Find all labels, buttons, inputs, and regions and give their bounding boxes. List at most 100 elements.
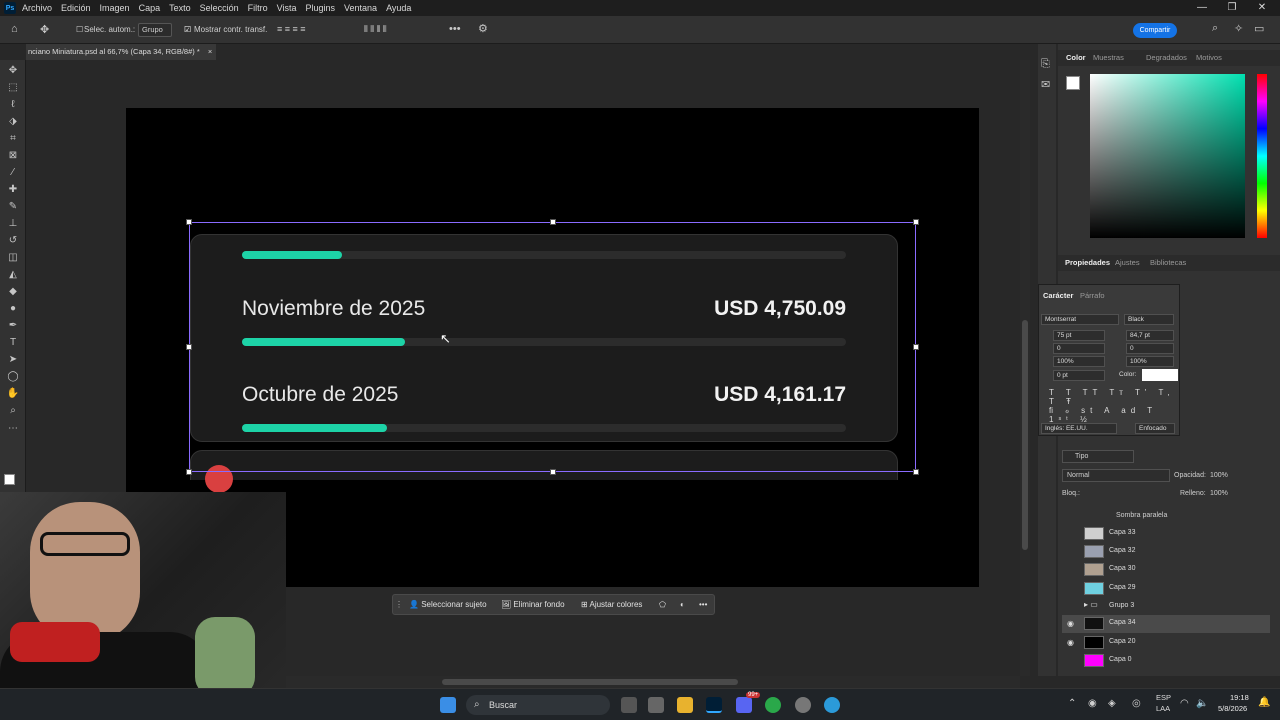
task-view-icon[interactable] xyxy=(621,697,637,713)
clock-time[interactable]: 19:18 xyxy=(1230,693,1249,702)
transform-handle-mr[interactable] xyxy=(913,344,919,350)
language-indicator-bottom[interactable]: LAA xyxy=(1156,704,1170,713)
layer-row[interactable]: Capa 32 xyxy=(1062,543,1270,561)
healing-tool-icon[interactable]: ✚ xyxy=(6,183,20,197)
tab-paragraph[interactable]: Párrafo xyxy=(1080,291,1105,300)
transform-handle-br[interactable] xyxy=(913,469,919,475)
chrome-icon[interactable] xyxy=(765,697,781,713)
comments-icon[interactable]: ✉ xyxy=(1041,78,1050,91)
drop-shadow-effect[interactable]: Sombra paralela xyxy=(1116,512,1167,519)
menu-filtro[interactable]: Filtro xyxy=(248,3,268,13)
windows-start-icon[interactable] xyxy=(440,697,456,713)
tab-patterns[interactable]: Motivos xyxy=(1196,53,1222,62)
zoom-tool-icon[interactable]: ⌕ xyxy=(6,404,20,418)
kerning-field[interactable]: 0 xyxy=(1053,343,1105,354)
baseline-shift-field[interactable]: 0 pt xyxy=(1053,370,1105,381)
fill-value[interactable]: 100% xyxy=(1210,490,1228,497)
tab-properties[interactable]: Propiedades xyxy=(1065,258,1110,267)
path-select-tool-icon[interactable]: ➤ xyxy=(6,353,20,367)
blend-mode-select[interactable]: Normal xyxy=(1062,469,1170,482)
menu-archivo[interactable]: Archivo xyxy=(22,3,52,13)
search-icon[interactable]: ⌕ xyxy=(1212,22,1218,35)
transform-icon[interactable]: ⬠ xyxy=(659,598,666,612)
adjust-colors-button[interactable]: ⊞ Ajustar colores xyxy=(581,598,642,612)
dodge-tool-icon[interactable]: ● xyxy=(6,302,20,316)
eyedropper-tool-icon[interactable]: ⁄ xyxy=(6,166,20,180)
layer-row[interactable]: ◉ Capa 34 xyxy=(1062,615,1270,633)
paint-bucket-tool-icon[interactable]: ◭ xyxy=(6,268,20,282)
auto-select-checkbox[interactable]: ☐ xyxy=(76,25,83,34)
file-explorer-icon[interactable] xyxy=(677,697,693,713)
language-select[interactable]: Inglés: EE.UU. xyxy=(1041,423,1117,434)
layer-row[interactable]: Capa 33 xyxy=(1062,525,1270,543)
frame-tool-icon[interactable]: ⊠ xyxy=(6,149,20,163)
tab-libraries[interactable]: Bibliotecas xyxy=(1150,258,1186,267)
menu-edicion[interactable]: Edición xyxy=(61,3,91,13)
move-tool-icon[interactable]: ✥ xyxy=(40,23,49,36)
transform-bounding-box[interactable] xyxy=(186,219,919,475)
more-icon[interactable]: ••• xyxy=(699,598,707,612)
menu-capa[interactable]: Capa xyxy=(139,3,161,13)
language-indicator-top[interactable]: ESP xyxy=(1156,693,1171,702)
show-transform-checkbox[interactable]: ☑ xyxy=(184,25,191,34)
more-options-icon[interactable]: ••• xyxy=(449,23,461,35)
text-color-swatch[interactable] xyxy=(1142,369,1178,381)
antialias-select[interactable]: Enfocado xyxy=(1135,423,1175,434)
menu-seleccion[interactable]: Selección xyxy=(200,3,239,13)
object-select-tool-icon[interactable]: ⬗ xyxy=(6,115,20,129)
tracking-field[interactable]: 0 xyxy=(1126,343,1174,354)
vertical-scrollbar[interactable] xyxy=(1020,60,1030,676)
scroll-thumb[interactable] xyxy=(442,679,738,685)
align-icons[interactable]: ≡ ≡ ≡ ≡ xyxy=(277,24,306,34)
volume-icon[interactable]: 🔈 xyxy=(1196,698,1208,709)
leading-field[interactable]: 84,7 pt xyxy=(1126,330,1174,341)
tab-adjustments[interactable]: Ajustes xyxy=(1115,258,1140,267)
transform-handle-tr[interactable] xyxy=(913,219,919,225)
notification-bell-icon[interactable]: 🔔 xyxy=(1258,697,1270,708)
close-window-button[interactable]: ✕ xyxy=(1248,0,1276,16)
wifi-icon[interactable]: ◠ xyxy=(1180,698,1189,709)
type-tool-icon[interactable]: T xyxy=(6,336,20,350)
blur-tool-icon[interactable]: ◆ xyxy=(6,285,20,299)
edge-icon[interactable] xyxy=(824,697,840,713)
menu-ayuda[interactable]: Ayuda xyxy=(386,3,411,13)
menu-imagen[interactable]: Imagen xyxy=(100,3,130,13)
marquee-tool-icon[interactable]: ⬚ xyxy=(6,81,20,95)
clone-stamp-tool-icon[interactable]: ⊥ xyxy=(6,217,20,231)
taskbar-search[interactable]: ⌕ Buscar xyxy=(466,695,610,715)
layer-row[interactable]: Capa 0 xyxy=(1062,652,1270,670)
hue-slider[interactable] xyxy=(1257,74,1267,238)
menu-ventana[interactable]: Ventana xyxy=(344,3,377,13)
move-tool-icon[interactable]: ✥ xyxy=(6,64,20,78)
home-icon[interactable]: ⌂ xyxy=(11,23,18,35)
brush-tool-icon[interactable]: ✎ xyxy=(6,200,20,214)
menu-texto[interactable]: Texto xyxy=(169,3,191,13)
edit-toolbar-icon[interactable]: ⋯ xyxy=(6,422,20,436)
settings-icon[interactable] xyxy=(795,697,811,713)
lasso-tool-icon[interactable]: ℓ xyxy=(6,98,20,112)
drag-handle-icon[interactable]: ⋮ xyxy=(395,598,403,612)
opacity-value[interactable]: 100% xyxy=(1210,472,1228,479)
menu-vista[interactable]: Vista xyxy=(277,3,297,13)
transform-handle-tc[interactable] xyxy=(550,219,556,225)
settings-gear-icon[interactable]: ⚙ xyxy=(478,22,488,35)
shape-tool-icon[interactable]: ◯ xyxy=(6,370,20,384)
layer-filter-select[interactable]: Tipo xyxy=(1062,450,1134,463)
foreground-color-swatch[interactable] xyxy=(4,474,15,485)
tab-color[interactable]: Color xyxy=(1066,53,1086,62)
layer-row[interactable]: ◉ Capa 20 xyxy=(1062,634,1270,652)
clock-date[interactable]: 5/8/2026 xyxy=(1218,704,1247,713)
foreground-swatch[interactable] xyxy=(1066,76,1080,90)
transform-handle-bc[interactable] xyxy=(550,469,556,475)
color-picker-field[interactable] xyxy=(1090,74,1245,238)
history-icon[interactable]: ⎘ xyxy=(1041,58,1050,71)
type-style-buttons[interactable]: T T TT Tᴛ T' T, T Ŧ xyxy=(1049,388,1179,406)
document-tab[interactable]: nciano Miniatura.psd al 66,7% (Capa 34, … xyxy=(26,44,216,60)
transform-handle-ml[interactable] xyxy=(186,344,192,350)
maximize-button[interactable]: ❐ xyxy=(1218,0,1246,16)
app-icon[interactable] xyxy=(648,697,664,713)
history-brush-tool-icon[interactable]: ↺ xyxy=(6,234,20,248)
vertical-scale-field[interactable]: 100% xyxy=(1053,356,1105,367)
layer-row[interactable]: Capa 30 xyxy=(1062,561,1270,579)
tray-app-icon[interactable]: ◈ xyxy=(1108,698,1116,709)
